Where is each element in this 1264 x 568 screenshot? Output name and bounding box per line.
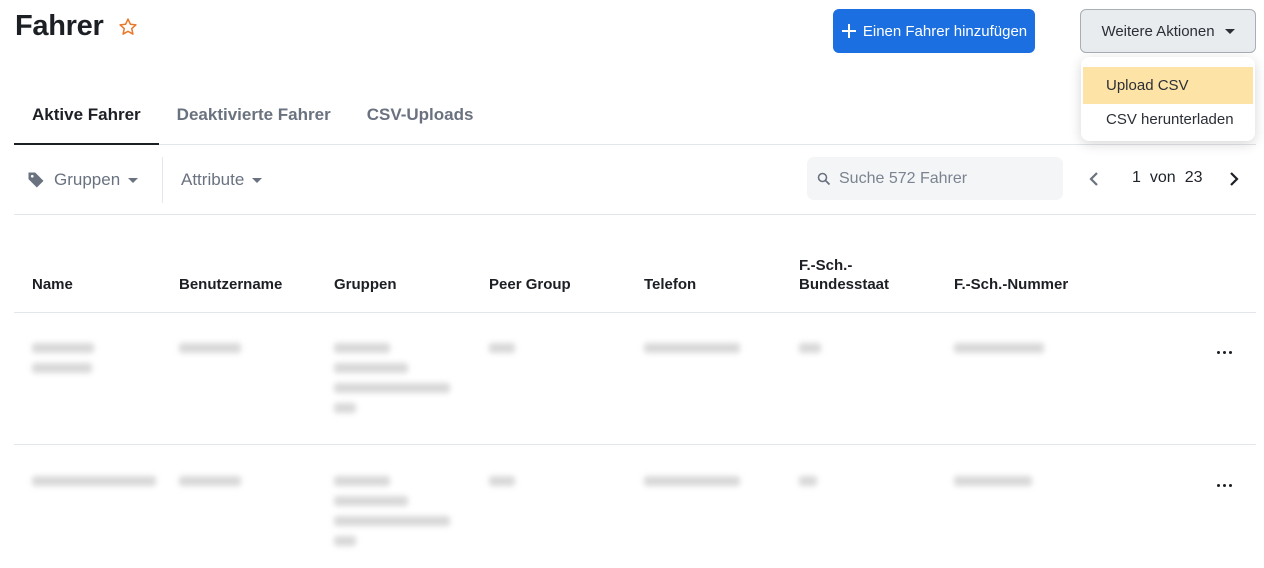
column-header-license-state-line2: Bundesstaat xyxy=(799,276,890,293)
column-header-groups[interactable]: Gruppen xyxy=(334,275,397,294)
cell-username-redacted xyxy=(179,476,241,496)
cell-phone-redacted xyxy=(644,476,740,496)
cell-phone-redacted xyxy=(644,343,740,363)
column-header-username[interactable]: Benutzername xyxy=(179,275,282,294)
tab-deactivated-drivers[interactable]: Deaktivierte Fahrer xyxy=(159,86,349,144)
row-more-icon[interactable] xyxy=(1214,344,1234,360)
cell-license-number-redacted xyxy=(954,343,1044,363)
divider xyxy=(162,157,163,203)
row-more-icon[interactable] xyxy=(1214,477,1234,493)
column-header-license-state[interactable]: F.-Sch.- Bundesstaat xyxy=(799,256,889,294)
column-header-name[interactable]: Name xyxy=(32,275,73,294)
star-outline-icon[interactable] xyxy=(118,17,138,37)
tab-bar: Aktive Fahrer Deaktivierte Fahrer CSV-Up… xyxy=(14,86,1256,145)
more-actions-label: Weitere Aktionen xyxy=(1101,22,1215,40)
menu-item-upload-csv[interactable]: Upload CSV xyxy=(1083,67,1253,104)
table-row[interactable] xyxy=(14,446,1256,568)
table-row[interactable] xyxy=(14,313,1256,445)
tag-icon xyxy=(28,172,44,188)
page-current: 1 xyxy=(1132,169,1141,186)
cell-groups-redacted xyxy=(334,343,450,423)
column-header-license-number[interactable]: F.-Sch.-Nummer xyxy=(954,275,1068,294)
caret-down-icon xyxy=(252,177,263,183)
pagination-text: 1 von 23 xyxy=(1132,169,1203,187)
add-driver-label: Einen Fahrer hinzufügen xyxy=(862,22,1028,40)
tab-active-drivers[interactable]: Aktive Fahrer xyxy=(14,86,159,145)
column-header-phone[interactable]: Telefon xyxy=(644,275,696,294)
cell-peer-group-redacted xyxy=(489,476,515,496)
caret-down-icon xyxy=(1224,28,1235,34)
page-title: Fahrer xyxy=(15,10,104,42)
search-box xyxy=(807,157,1063,200)
table-header: Name Benutzername Gruppen Peer Group Tel… xyxy=(14,240,1256,313)
attributes-filter[interactable]: Attribute xyxy=(181,145,263,215)
cell-license-number-redacted xyxy=(954,476,1032,496)
groups-filter[interactable]: Gruppen xyxy=(26,145,139,215)
page-total: 23 xyxy=(1184,169,1203,186)
search-input[interactable] xyxy=(839,169,1049,188)
column-header-peer-group[interactable]: Peer Group xyxy=(489,275,571,294)
cell-groups-redacted xyxy=(334,476,450,556)
cell-name-redacted xyxy=(32,343,94,383)
cell-name-redacted xyxy=(32,476,156,496)
more-actions-menu: Upload CSV CSV herunterladen xyxy=(1081,57,1255,141)
filter-bar: Gruppen Attribute 1 von 23 xyxy=(14,145,1256,215)
cell-license-state-redacted xyxy=(799,476,817,496)
attributes-filter-label: Attribute xyxy=(181,170,245,189)
add-driver-button[interactable]: Einen Fahrer hinzufügen xyxy=(833,9,1035,53)
tab-csv-uploads[interactable]: CSV-Uploads xyxy=(349,86,492,144)
more-actions-button[interactable]: Weitere Aktionen xyxy=(1080,9,1256,53)
menu-item-download-csv[interactable]: CSV herunterladen xyxy=(1083,104,1253,134)
cell-license-state-redacted xyxy=(799,343,821,363)
page-separator: von xyxy=(1149,169,1176,186)
plus-icon xyxy=(841,24,856,38)
cell-peer-group-redacted xyxy=(489,343,515,363)
cell-username-redacted xyxy=(179,343,241,363)
chevron-right-icon[interactable] xyxy=(1224,167,1244,191)
caret-down-icon xyxy=(128,177,139,183)
search-icon xyxy=(817,172,831,185)
groups-filter-label: Gruppen xyxy=(54,170,121,189)
column-header-license-state-line1: F.-Sch.- xyxy=(799,257,853,274)
chevron-left-icon[interactable] xyxy=(1084,167,1104,191)
